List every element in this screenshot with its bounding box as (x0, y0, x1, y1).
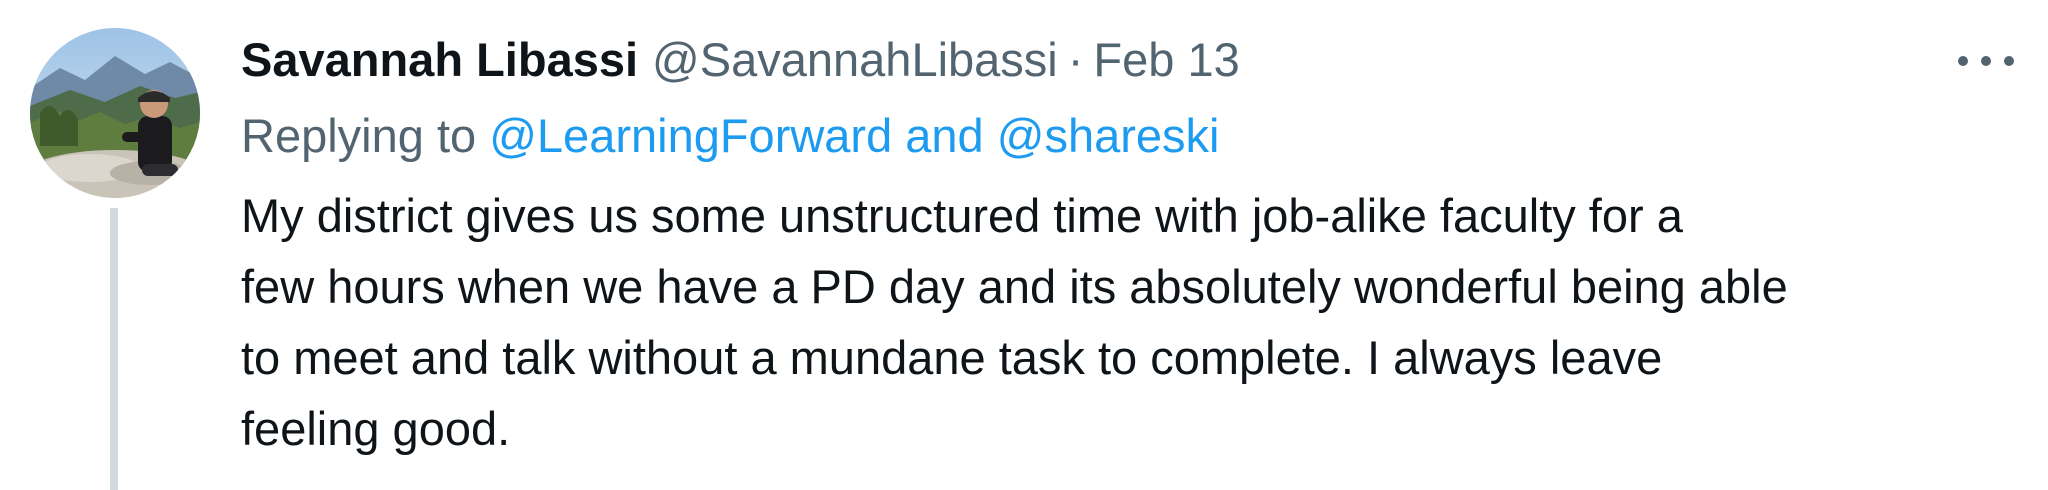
tweet-text: My district gives us some unstructured t… (241, 180, 2031, 464)
more-dot (2004, 56, 2014, 66)
replying-to-conjunction[interactable]: and (905, 109, 983, 162)
tweet-header: Savannah Libassi @SavannahLibassi · Feb … (241, 28, 1240, 92)
avatar-photo (30, 28, 200, 198)
separator-dot: · (1067, 33, 1084, 86)
mention-learningforward[interactable]: @LearningForward (489, 109, 892, 162)
replying-to: Replying to @LearningForward and @shares… (241, 104, 1220, 168)
tweet-text-line: few hours when we have a PD day and its … (241, 260, 1788, 313)
mention-shareski[interactable]: @shareski (997, 109, 1220, 162)
tweet-text-line: My district gives us some unstructured t… (241, 189, 1683, 242)
replying-to-prefix: Replying to (241, 109, 477, 162)
avatar[interactable] (30, 28, 200, 198)
more-horizontal-icon[interactable] (1958, 44, 2014, 78)
tweet-date[interactable]: Feb 13 (1093, 28, 1239, 92)
more-dot (1958, 56, 1968, 66)
tweet[interactable]: Savannah Libassi @SavannahLibassi · Feb … (0, 0, 2048, 490)
thread-line (110, 208, 118, 490)
user-handle[interactable]: @SavannahLibassi (652, 28, 1058, 92)
tweet-text-line: feeling good. (241, 402, 511, 455)
tweet-text-line: to meet and talk without a mundane task … (241, 331, 1663, 384)
more-dot (1981, 56, 1991, 66)
display-name[interactable]: Savannah Libassi (241, 28, 638, 92)
